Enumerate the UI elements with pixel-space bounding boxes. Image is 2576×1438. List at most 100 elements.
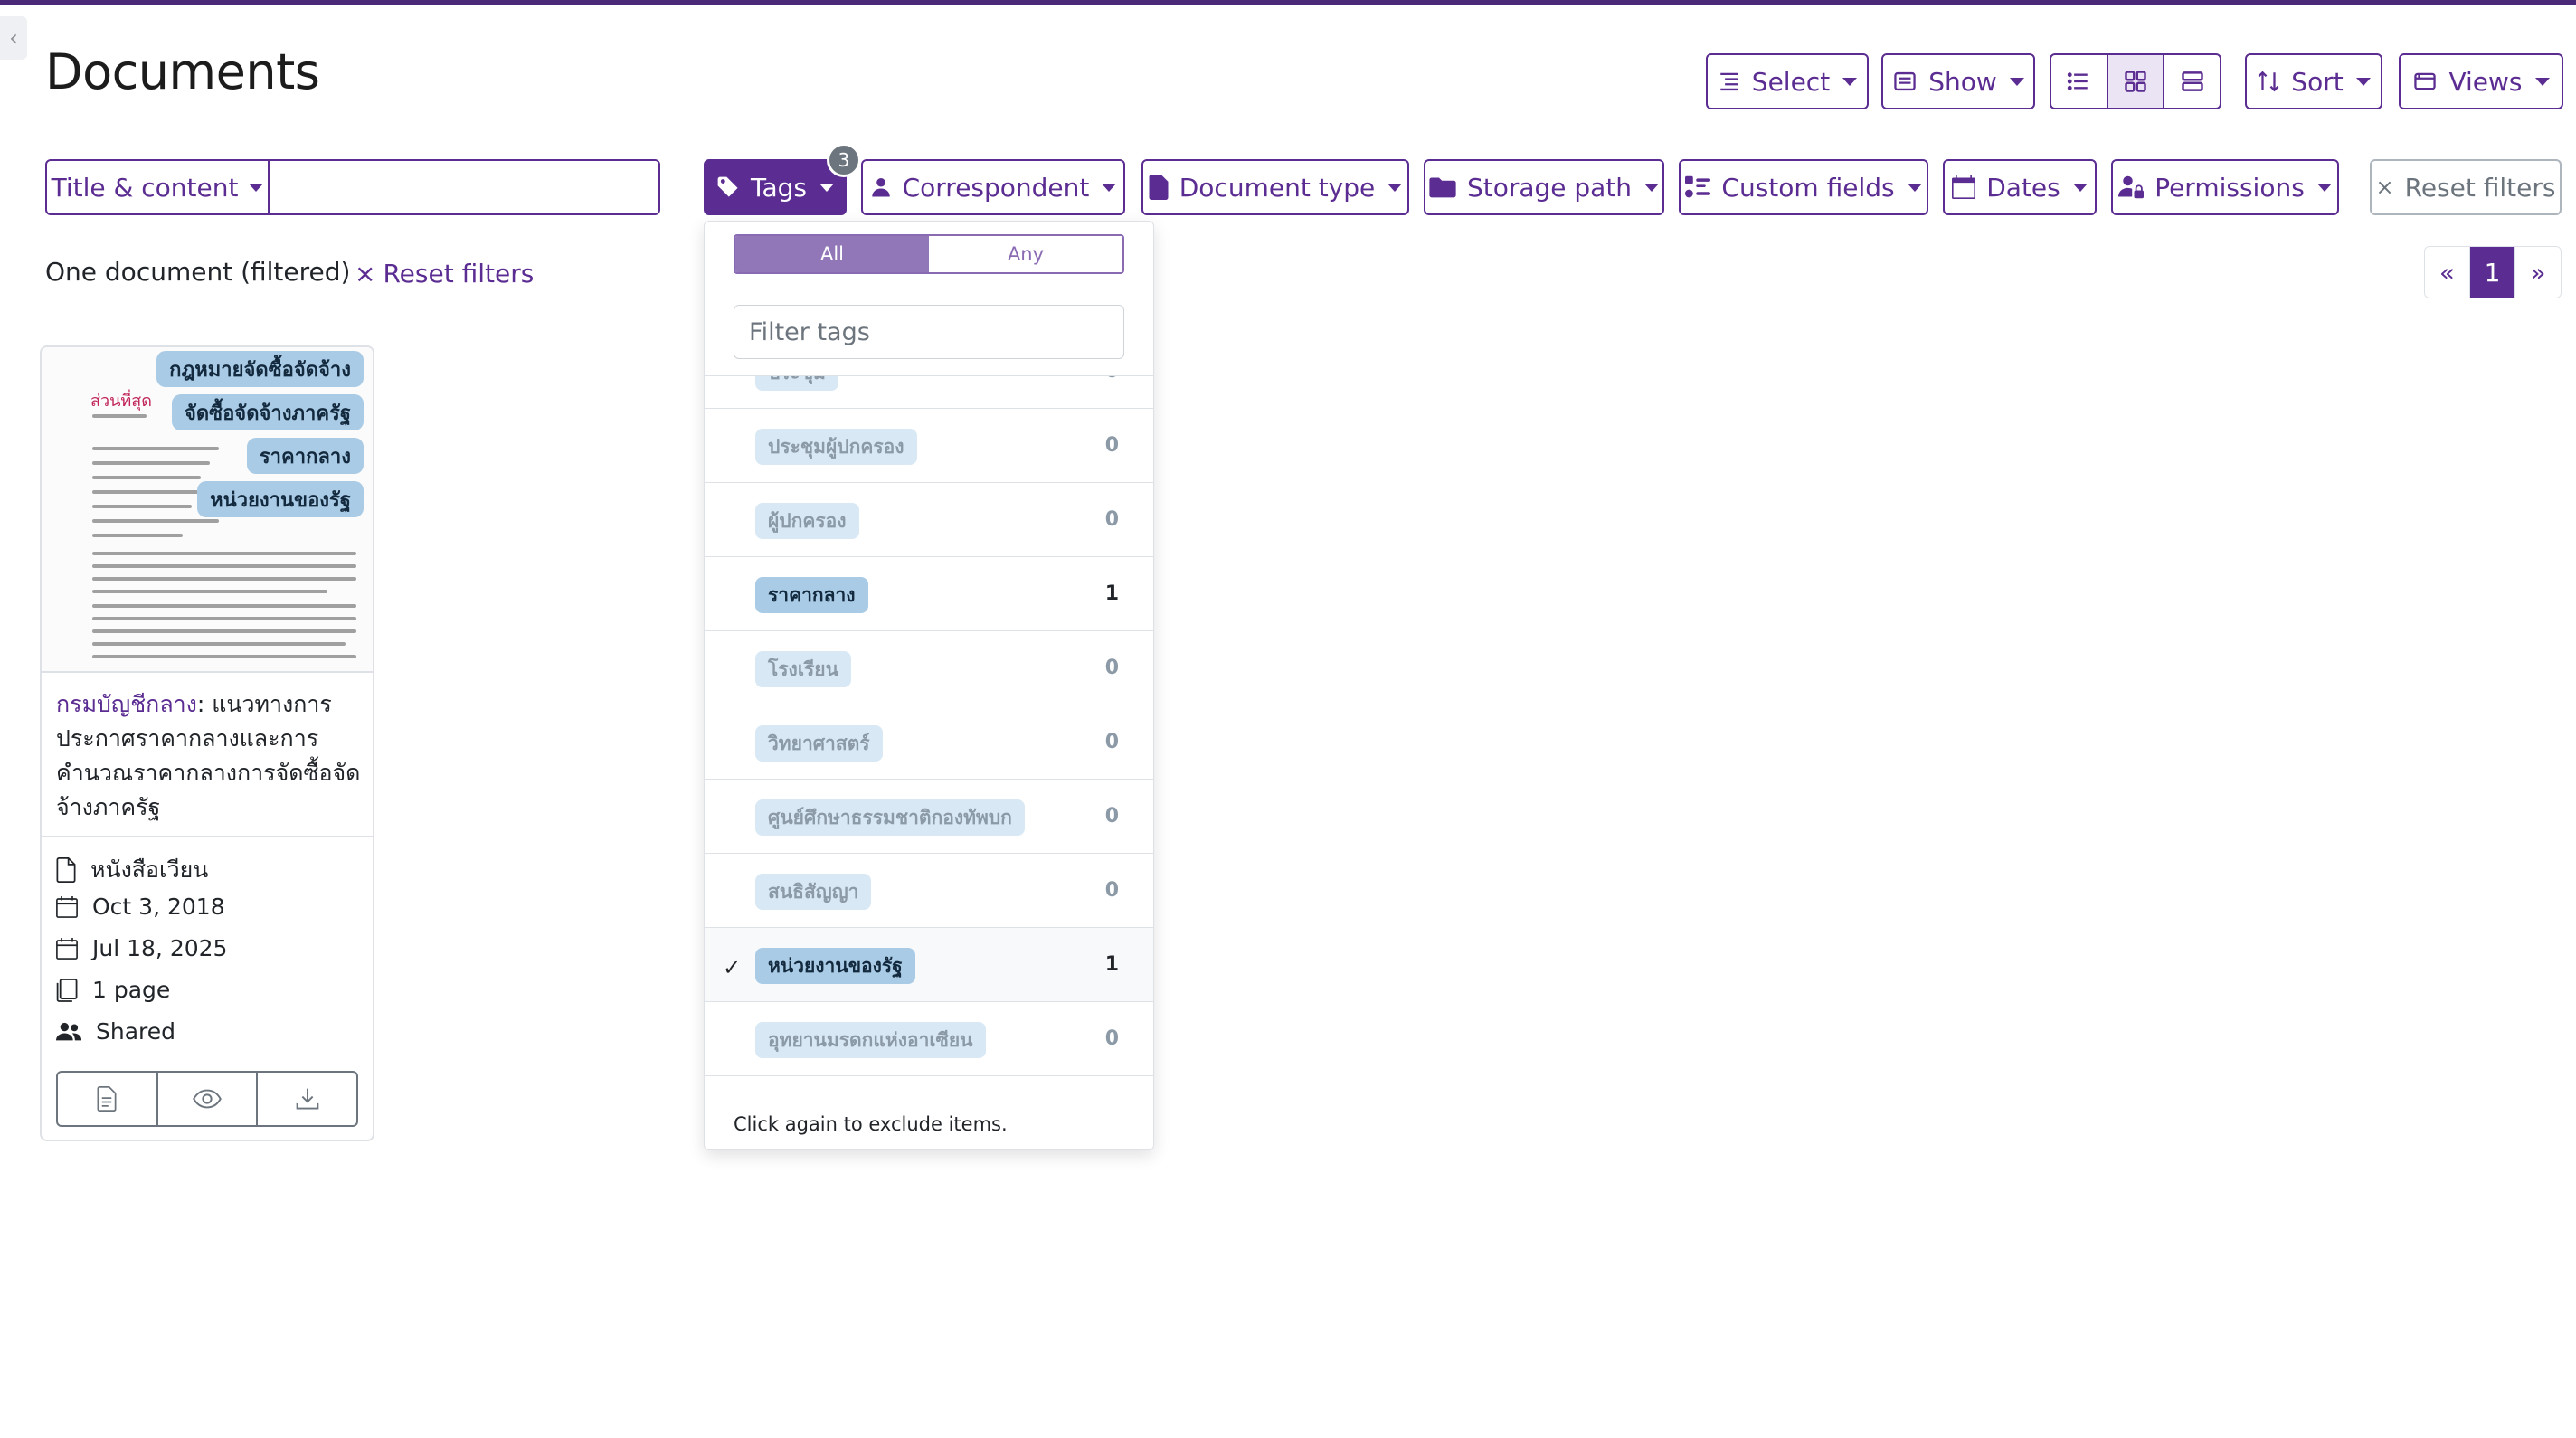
tags-list[interactable]: ประชุม 0 ประชุมผู้ปกครอง 0 ผู้ปกครอง 0 ร… <box>705 375 1153 1090</box>
tag-option-label: ราคากลาง <box>755 577 868 613</box>
open-document-button[interactable] <box>58 1073 158 1125</box>
calendar-icon <box>56 895 78 918</box>
correspondent-filter-label: Correspondent <box>902 172 1090 203</box>
text-filter-mode-label: Title & content <box>51 172 239 203</box>
close-icon: × <box>355 259 376 289</box>
tags-mode-any-button[interactable]: Any <box>929 236 1122 272</box>
calendar-icon <box>1952 175 1976 199</box>
view-table-button[interactable] <box>2051 55 2108 108</box>
page-title: Documents <box>45 43 320 100</box>
reset-filters-link[interactable]: × Reset filters <box>355 259 534 289</box>
page-count-value: 1 page <box>92 977 171 1003</box>
person-icon <box>871 177 890 197</box>
page-count-row: 1 page <box>56 977 170 1003</box>
text-filter-mode-button[interactable]: Title & content <box>47 161 270 213</box>
thumbnail-text-line <box>92 505 192 508</box>
permissions-filter-button[interactable]: Permissions <box>2111 159 2339 215</box>
storage-path-filter-label: Storage path <box>1466 172 1633 203</box>
download-document-button[interactable] <box>258 1073 356 1125</box>
pages-icon <box>56 978 78 1002</box>
thumbnail-text-line <box>92 577 356 581</box>
view-mode-group <box>2050 53 2221 109</box>
tag-option[interactable]: ผู้ปกครอง 0 <box>705 483 1153 557</box>
ui-checks-icon <box>1685 175 1711 198</box>
thumbnail-text-line <box>92 447 219 450</box>
pagination-next-button[interactable]: » <box>2515 247 2561 298</box>
dates-filter-button[interactable]: Dates <box>1943 159 2097 215</box>
reset-filters-button[interactable]: × Reset filters <box>2370 159 2562 215</box>
document-thumbnail[interactable]: ส่วนที่สุด กฎหมายจัดซื้อจัดจ้าง จัดซื้อจ… <box>42 347 373 673</box>
thumbnail-text-line <box>92 476 201 479</box>
dates-filter-label: Dates <box>1986 172 2060 203</box>
select-list-icon <box>1720 72 1738 91</box>
thumbnail-text-line <box>92 629 356 633</box>
document-tag[interactable]: ราคากลาง <box>246 438 364 474</box>
tag-option[interactable]: สนธิสัญญา 0 <box>705 854 1153 928</box>
results-summary: One document (filtered) <box>45 257 351 287</box>
pagination-page-button[interactable]: 1 <box>2470 247 2515 298</box>
pagination: « 1 » <box>2424 246 2562 298</box>
document-type-filter-label: Document type <box>1179 172 1376 203</box>
tag-option-count: 0 <box>1104 508 1119 531</box>
tag-option-label: สนธิสัญญา <box>755 874 872 910</box>
thumbnail-text-line <box>92 642 346 646</box>
document-correspondent-link[interactable]: กรมบัญชีกลาง <box>56 691 197 717</box>
list-icon <box>2068 72 2088 90</box>
preview-document-button[interactable] <box>158 1073 259 1125</box>
thumbnail-text-line <box>92 604 356 608</box>
pagination-prev-button[interactable]: « <box>2425 247 2470 298</box>
chevron-down-icon <box>249 183 264 192</box>
document-tag[interactable]: กฎหมายจัดซื้อจัดจ้าง <box>156 351 364 387</box>
views-button-label: Views <box>2448 66 2523 97</box>
custom-fields-filter-button[interactable]: Custom fields <box>1679 159 1928 215</box>
view-small-cards-button[interactable] <box>2107 55 2165 108</box>
views-window-icon <box>2414 72 2437 90</box>
thumbnail-text-line <box>92 414 147 418</box>
tag-option-count: 1 <box>1104 582 1119 605</box>
tag-option[interactable]: ประชุม 0 <box>705 376 1153 409</box>
card-actions <box>56 1071 358 1127</box>
document-tag[interactable]: หน่วยงานของรัฐ <box>197 481 364 517</box>
document-tag[interactable]: จัดซื้อจัดจ้างภาครัฐ <box>171 394 364 430</box>
correspondent-filter-button[interactable]: Correspondent <box>861 159 1125 215</box>
reset-filters-link-label: Reset filters <box>383 259 535 289</box>
filter-tags-input[interactable] <box>734 305 1124 359</box>
tags-mode-all-button[interactable]: All <box>735 236 929 272</box>
tag-option-count: 0 <box>1104 731 1119 753</box>
permissions-filter-label: Permissions <box>2155 172 2305 203</box>
large-cards-icon <box>2181 71 2203 91</box>
text-filter-input[interactable] <box>270 161 658 213</box>
custom-fields-filter-label: Custom fields <box>1721 172 1895 203</box>
document-type-row[interactable]: หนังสือเวียน <box>56 852 208 888</box>
grid-icon <box>2125 71 2146 92</box>
tag-option[interactable]: โรงเรียน 0 <box>705 631 1153 705</box>
tag-option[interactable]: ศูนย์ศึกษาธรรมชาติกองทัพบก 0 <box>705 780 1153 854</box>
tag-option[interactable]: อุทยานมรดกแห่งอาเซียน 0 <box>705 1002 1153 1076</box>
tag-option[interactable]: ประชุมผู้ปกครอง 0 <box>705 409 1153 483</box>
storage-path-filter-button[interactable]: Storage path <box>1424 159 1664 215</box>
sort-button[interactable]: Sort <box>2245 53 2382 109</box>
tag-option-selected[interactable]: ✓ หน่วยงานของรัฐ 1 <box>705 928 1153 1002</box>
tag-option-count: 0 <box>1104 805 1119 828</box>
tag-option-label: ศูนย์ศึกษาธรรมชาติกองทัพบก <box>755 799 1025 836</box>
tag-option-label: ประชุมผู้ปกครอง <box>755 429 917 465</box>
document-type-filter-button[interactable]: Document type <box>1141 159 1409 215</box>
views-button[interactable]: Views <box>2399 53 2563 109</box>
sidebar-collapse-icon[interactable]: ‹ <box>0 16 27 60</box>
tags-filter-button[interactable]: Tags <box>704 159 847 215</box>
sort-button-label: Sort <box>2291 66 2344 97</box>
tags-match-mode: All Any <box>734 234 1124 274</box>
tag-option[interactable]: วิทยาศาสตร์ 0 <box>705 705 1153 780</box>
tag-option[interactable]: ราคากลาง 1 <box>705 557 1153 631</box>
select-button[interactable]: Select <box>1706 53 1869 109</box>
file-outline-icon <box>56 857 76 883</box>
thumbnail-heading: ส่วนที่สุด <box>90 392 152 411</box>
tag-option-label: ผู้ปกครอง <box>755 503 859 539</box>
folder-icon <box>1429 177 1456 198</box>
show-button[interactable]: Show <box>1881 53 2035 109</box>
card-divider <box>42 836 373 837</box>
calendar-plus-icon <box>56 937 78 960</box>
view-large-cards-button[interactable] <box>2164 55 2220 108</box>
document-card[interactable]: ส่วนที่สุด กฎหมายจัดซื้อจัดจ้าง จัดซื้อจ… <box>40 345 374 1141</box>
tag-option-count: 0 <box>1104 657 1119 679</box>
